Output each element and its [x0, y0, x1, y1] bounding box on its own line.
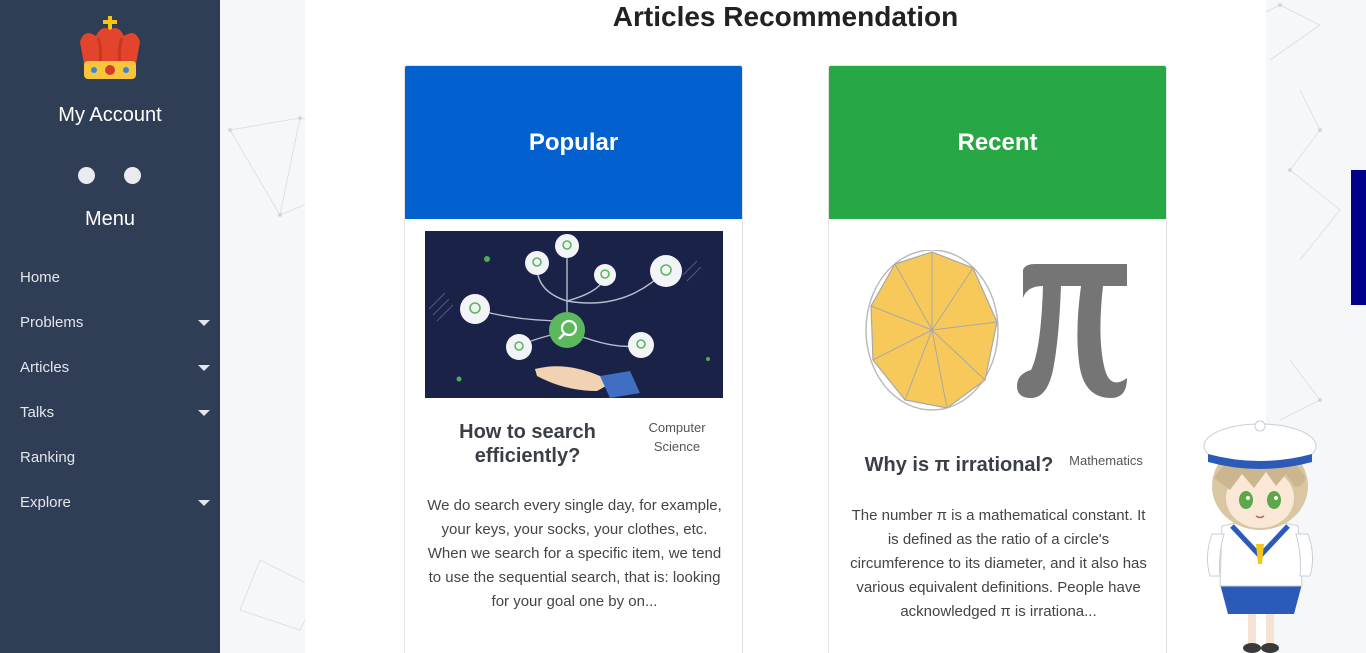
- sidebar-item-label: Articles: [20, 359, 70, 376]
- pi-illustration[interactable]: [865, 250, 1131, 414]
- article-excerpt: We do search every single day, for examp…: [427, 497, 722, 610]
- sidebar-item-label: Talks: [20, 404, 55, 421]
- sidebar-item-talks[interactable]: Talks: [0, 390, 220, 435]
- page-title: Articles Recommendation: [612, 1, 959, 32]
- account-title[interactable]: My Account: [0, 104, 220, 127]
- caret-down-icon: [198, 320, 210, 326]
- article-title[interactable]: How to search efficiently?: [445, 420, 610, 468]
- sidebar-item-articles[interactable]: Articles: [0, 345, 220, 390]
- menu-title: Menu: [84, 208, 136, 230]
- article-excerpt: The number π is a mathematical constant.…: [850, 507, 1147, 620]
- dot-indicator: [78, 167, 95, 184]
- article-category-tag[interactable]: Computer Science: [637, 418, 717, 456]
- dot-indicator: [124, 167, 141, 184]
- sidebar-nav: Home Problems Articles Talks Ranking Exp…: [0, 255, 220, 525]
- menu-dots: [78, 167, 142, 185]
- article-title[interactable]: Why is π irrational?: [859, 453, 1059, 477]
- sidebar: My Account Menu Home Problems Articles T…: [0, 0, 220, 653]
- card-header-popular: Popular: [405, 66, 742, 219]
- article-card-recent[interactable]: Recent Why is π irrational? Mathematics …: [828, 65, 1167, 653]
- anime-sailor-mascot[interactable]: [1190, 416, 1330, 653]
- sidebar-item-explore[interactable]: Explore: [0, 480, 220, 525]
- search-network-illustration[interactable]: [425, 231, 723, 398]
- article-card-popular[interactable]: Popular How to search efficiently? Compu…: [404, 65, 743, 653]
- sidebar-item-label: Explore: [20, 494, 71, 511]
- caret-down-icon: [198, 365, 210, 371]
- sidebar-item-label: Ranking: [20, 449, 76, 466]
- sidebar-item-label: Home: [20, 269, 61, 286]
- card-header-recent: Recent: [829, 66, 1166, 219]
- caret-down-icon: [198, 410, 210, 416]
- side-drawer-tab[interactable]: [1351, 170, 1366, 305]
- sidebar-item-problems[interactable]: Problems: [0, 300, 220, 345]
- article-category-tag[interactable]: Mathematics: [1061, 451, 1151, 470]
- sidebar-item-home[interactable]: Home: [0, 255, 220, 300]
- sidebar-item-ranking[interactable]: Ranking: [0, 435, 220, 480]
- sidebar-item-label: Problems: [20, 314, 84, 331]
- caret-down-icon: [198, 500, 210, 506]
- crown-icon[interactable]: [76, 14, 144, 84]
